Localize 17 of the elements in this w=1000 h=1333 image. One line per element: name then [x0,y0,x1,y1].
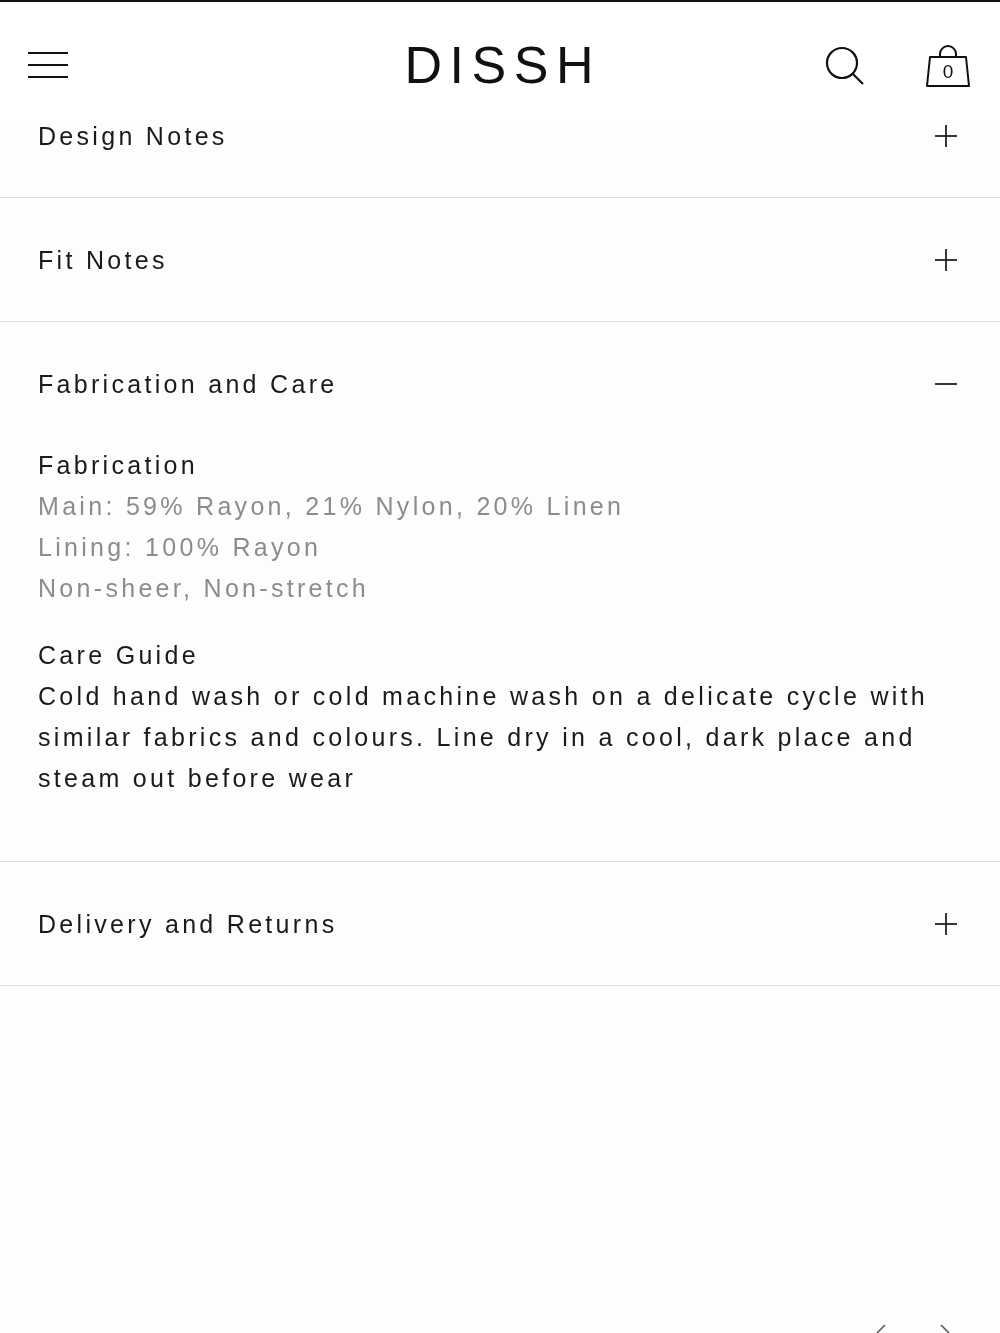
menu-icon[interactable] [28,52,68,78]
shopping-bag-icon [926,44,970,88]
section-heading: Fabrication [38,450,199,481]
brand-logo[interactable]: DISSH [397,35,601,95]
detail-line: Lining: 100% Rayon [38,532,323,563]
detail-line: Non-sheer, Non-stretch [38,573,371,604]
chevron-right-icon[interactable] [940,1324,950,1333]
chevron-left-icon[interactable] [876,1324,886,1333]
care-text: Cold hand wash or cold machine wash on a delicate cycle with similar fabrics and colours. Line dry in a cool, dark place and steam out before wear [38,681,930,794]
accordion-header[interactable]: Design Notes [0,122,1000,197]
cart-button[interactable]: 0 [926,44,970,88]
accordion-header[interactable]: Fabrication and Care [0,322,1000,445]
section-heading: Care Guide [38,640,200,671]
accordion-header[interactable]: Delivery and Returns [0,862,1000,985]
accordion-header[interactable]: Fit Notes [0,198,1000,321]
detail-line: Main: 59% Rayon, 21% Nylon, 20% Linen [38,491,626,522]
search-icon[interactable] [825,45,864,85]
